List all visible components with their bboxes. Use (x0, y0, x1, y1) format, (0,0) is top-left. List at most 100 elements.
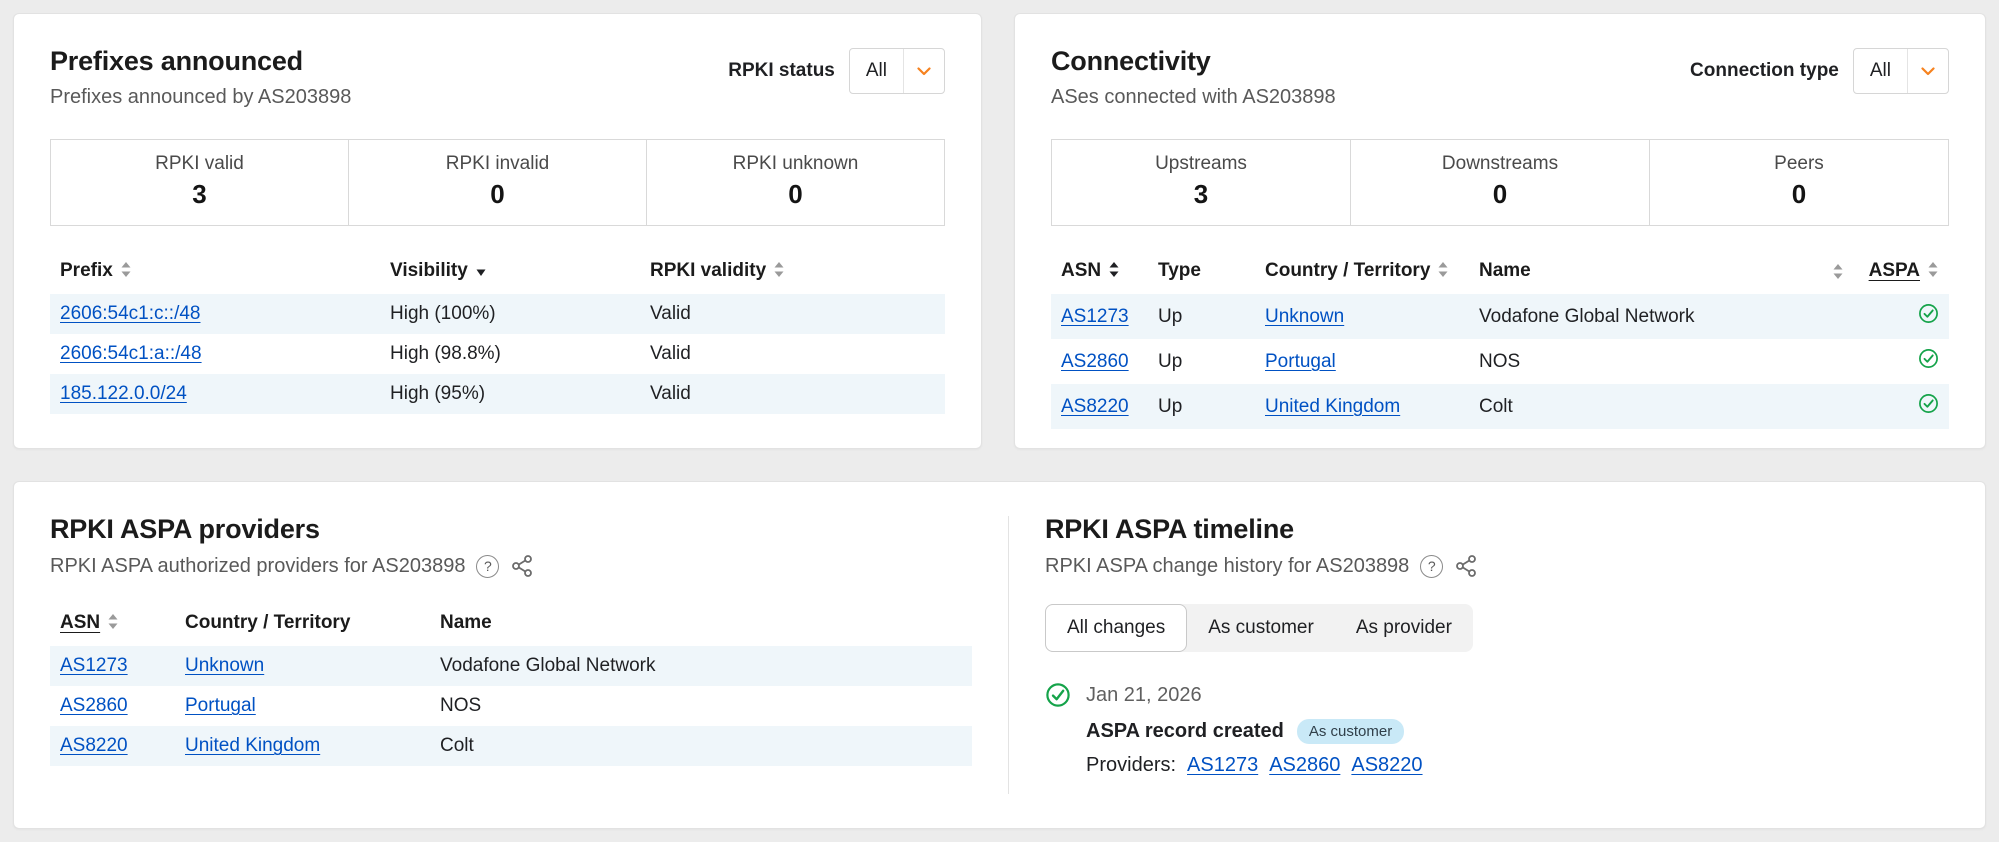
table-header-row: ASN Country / Territory Name (50, 600, 972, 646)
sort-icon (1928, 262, 1938, 277)
provider-asn-link[interactable]: AS1273 (1187, 754, 1258, 777)
column-header-name[interactable]: Name (1469, 248, 1854, 294)
aspa-cell (1854, 294, 1949, 339)
column-header-type[interactable]: Type (1148, 248, 1255, 294)
chevron-down-icon (1908, 49, 1948, 93)
table-row: 2606:54c1:a::/48 High (98.8%) Valid (50, 334, 945, 374)
column-header-prefix[interactable]: Prefix (50, 248, 380, 294)
share-icon[interactable] (1454, 554, 1478, 578)
column-header-label: Visibility (390, 260, 468, 281)
asn-link[interactable]: AS1273 (60, 655, 128, 676)
column-header-label: Type (1158, 260, 1201, 281)
name-cell: NOS (440, 695, 482, 716)
connectivity-table: ASN Type Country / Territory Name ASPA A… (1051, 248, 1949, 429)
column-header-label: Country / Territory (185, 612, 351, 633)
aspa-cell (1854, 384, 1949, 429)
prefix-cell: 185.122.0.0/24 (50, 374, 380, 414)
tab-as-provider[interactable]: As provider (1335, 604, 1473, 652)
country-link[interactable]: Portugal (185, 695, 256, 716)
country-cell: Unknown (175, 646, 430, 686)
visibility-cell: High (98.8%) (390, 343, 501, 364)
country-link[interactable]: Unknown (185, 655, 264, 676)
aspa-cell (1854, 339, 1949, 384)
prefix-link[interactable]: 2606:54c1:a::/48 (60, 343, 202, 364)
help-icon[interactable]: ? (476, 554, 500, 578)
connection-type-select[interactable]: All (1852, 48, 1949, 94)
column-header-label: Prefix (60, 260, 113, 281)
country-cell: United Kingdom (175, 726, 430, 766)
page-title-prefixes: Prefixes announced (50, 46, 303, 76)
share-icon[interactable] (510, 554, 534, 578)
asn-cell: AS2860 (50, 686, 175, 726)
stat-label: Downstreams (1441, 153, 1559, 174)
aspa-providers-table: ASN Country / Territory Name AS1273 Unkn… (50, 600, 972, 766)
page-title-aspa-timeline: RPKI ASPA timeline (1045, 514, 1294, 544)
column-header-country[interactable]: Country / Territory (175, 600, 430, 646)
help-icon[interactable]: ? (1420, 554, 1444, 578)
provider-asn-link[interactable]: AS2860 (1269, 754, 1340, 777)
tab-all-changes[interactable]: All changes (1045, 604, 1188, 652)
rpki-aspa-card: RPKI ASPA providers RPKI ASPA authorized… (13, 481, 1986, 829)
event-providers-line: Providers: AS1273 AS2860 AS8220 (1086, 754, 1949, 777)
prefixes-stats: RPKI valid 3 RPKI invalid 0 RPKI unknown… (50, 139, 945, 226)
visibility-cell: High (95%) (390, 383, 486, 404)
column-header-visibility[interactable]: Visibility (380, 248, 640, 294)
table-row: AS8220 Up United Kingdom Colt (1051, 384, 1949, 429)
country-link[interactable]: United Kingdom (1265, 396, 1400, 417)
tab-as-customer[interactable]: As customer (1187, 604, 1335, 652)
sort-icon (1833, 263, 1843, 279)
column-header-name[interactable]: Name (430, 600, 972, 646)
stat-label: Upstreams (1155, 153, 1247, 174)
asn-link[interactable]: AS8220 (1061, 396, 1129, 417)
stat-downstreams: Downstreams 0 (1350, 140, 1649, 225)
stat-label: RPKI valid (155, 153, 244, 174)
provider-asn-link[interactable]: AS8220 (1351, 754, 1422, 777)
country-link[interactable]: United Kingdom (185, 735, 320, 756)
prefixes-card-header: Prefixes announced Prefixes announced by… (50, 46, 945, 109)
aspa-valid-check-icon (1919, 394, 1938, 413)
stat-peers: Peers 0 (1649, 140, 1948, 225)
stat-rpki-invalid: RPKI invalid 0 (348, 140, 646, 225)
column-header-country[interactable]: Country / Territory (1255, 248, 1469, 294)
asn-link[interactable]: AS2860 (1061, 351, 1129, 372)
country-link[interactable]: Unknown (1265, 306, 1344, 327)
asn-link[interactable]: AS2860 (60, 695, 128, 716)
aspa-providers-subtitle-text: RPKI ASPA authorized providers for AS203… (50, 554, 466, 577)
timeline-event-body: ASPA record created As customer Provider… (1086, 719, 1949, 777)
column-header-aspa[interactable]: ASPA (1854, 248, 1949, 294)
prefix-link[interactable]: 185.122.0.0/24 (60, 383, 187, 404)
aspa-providers-section: RPKI ASPA providers RPKI ASPA authorized… (14, 482, 1008, 828)
type-cell: Up (1158, 395, 1183, 417)
sort-icon (121, 262, 131, 277)
prefixes-subtitle: Prefixes announced by AS203898 (50, 86, 352, 108)
asn-cell: AS8220 (1051, 384, 1148, 429)
stat-label: Peers (1774, 153, 1824, 174)
connection-type-select-value: All (1869, 60, 1891, 81)
prefix-link[interactable]: 2606:54c1:c::/48 (60, 303, 201, 324)
asn-cell: AS8220 (50, 726, 175, 766)
event-role-badge: As customer (1296, 719, 1405, 744)
column-header-label: Country / Territory (1265, 260, 1431, 281)
column-header-label: Name (1479, 260, 1531, 281)
event-title-row: ASPA record created As customer (1086, 719, 1949, 744)
prefix-cell: 2606:54c1:a::/48 (50, 334, 380, 374)
asn-link[interactable]: AS1273 (1061, 306, 1129, 327)
column-header-asn[interactable]: ASN (1051, 248, 1148, 294)
column-header-rpki-validity[interactable]: RPKI validity (640, 248, 945, 294)
prefix-cell: 2606:54c1:c::/48 (50, 294, 380, 334)
page-title-connectivity: Connectivity (1051, 46, 1211, 76)
country-link[interactable]: Portugal (1265, 351, 1336, 372)
rpki-status-select[interactable]: All (848, 48, 945, 94)
event-title: ASPA record created (1086, 720, 1284, 742)
chevron-down-icon (904, 49, 944, 93)
validity-cell: Valid (650, 383, 691, 404)
table-header-row: ASN Type Country / Territory Name ASPA (1051, 248, 1949, 294)
rpki-status-select-value: All (865, 60, 887, 81)
asn-link[interactable]: AS8220 (60, 735, 128, 756)
table-row: 2606:54c1:c::/48 High (100%) Valid (50, 294, 945, 334)
validity-cell: Valid (650, 343, 691, 364)
dashboard: Prefixes announced Prefixes announced by… (0, 0, 1999, 842)
column-header-asn[interactable]: ASN (50, 600, 175, 646)
asn-cell: AS2860 (1051, 339, 1148, 384)
event-check-icon (1046, 683, 1070, 707)
